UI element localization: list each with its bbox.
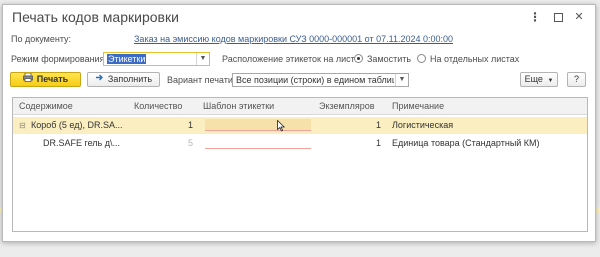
cell-template[interactable] bbox=[205, 119, 311, 131]
document-label: По документу: bbox=[11, 34, 72, 44]
print-button[interactable]: Печать bbox=[10, 72, 81, 87]
chevron-down-icon[interactable]: ▼ bbox=[395, 74, 408, 86]
table-row[interactable]: ⊟ Короб (5 ед), DR.SA... 1 1 Логистическ… bbox=[13, 117, 587, 134]
cell-note: Единица товара (Стандартный КМ) bbox=[392, 138, 540, 148]
radio-separate-sheets-label[interactable]: На отдельных листах bbox=[430, 54, 519, 64]
print-marking-codes-dialog: Печать кодов маркировки ⋮ ✕ По документу… bbox=[2, 4, 596, 242]
column-header-quantity[interactable]: Количество bbox=[134, 101, 182, 111]
more-button-label: Еще bbox=[524, 74, 543, 84]
column-header-content[interactable]: Содержимое bbox=[19, 101, 73, 111]
help-button[interactable]: ? bbox=[567, 72, 586, 87]
radio-tile[interactable] bbox=[354, 54, 363, 63]
chevron-down-icon[interactable]: ▼ bbox=[196, 53, 209, 65]
title-bar: Печать кодов маркировки ⋮ ✕ bbox=[3, 5, 595, 29]
print-variant-value: Все позиции (строки) в едином таблицы bbox=[236, 75, 394, 85]
cell-quantity: 1 bbox=[187, 120, 193, 130]
cell-template[interactable] bbox=[205, 137, 311, 149]
marking-codes-table: Содержимое Количество Шаблон этикетки Эк… bbox=[12, 97, 588, 232]
cell-content: DR.SAFE гель д\... bbox=[43, 138, 120, 148]
collapse-icon[interactable]: ⊟ bbox=[19, 121, 26, 130]
dialog-title: Печать кодов маркировки bbox=[12, 9, 179, 25]
maximize-icon[interactable] bbox=[552, 11, 564, 23]
column-header-copies[interactable]: Экземпляров bbox=[319, 101, 375, 111]
mouse-cursor-icon bbox=[277, 119, 286, 134]
more-vertical-icon[interactable]: ⋮ bbox=[529, 11, 541, 23]
cell-quantity: 5 bbox=[187, 138, 193, 148]
close-icon[interactable]: ✕ bbox=[573, 11, 585, 23]
radio-tile-label[interactable]: Замостить bbox=[367, 54, 411, 64]
column-header-note[interactable]: Примечание bbox=[392, 101, 444, 111]
cell-note: Логистическая bbox=[392, 120, 454, 130]
table-header: Содержимое Количество Шаблон этикетки Эк… bbox=[13, 98, 587, 115]
mode-select[interactable]: Этикетки ▼ bbox=[103, 52, 210, 66]
cell-content: Короб (5 ед), DR.SA... bbox=[31, 120, 123, 130]
column-header-template[interactable]: Шаблон этикетки bbox=[203, 101, 274, 111]
print-variant-label: Вариант печати: bbox=[167, 75, 236, 85]
fill-button[interactable]: Заполнить bbox=[87, 72, 160, 87]
cell-copies: 1 bbox=[375, 138, 381, 148]
mode-label: Режим формирования: bbox=[11, 54, 107, 64]
print-button-label: Печать bbox=[36, 74, 69, 84]
table-row[interactable]: DR.SAFE гель д\... 5 1 Единица товара (С… bbox=[13, 135, 587, 152]
print-variant-select[interactable]: Все позиции (строки) в едином таблицы ▼ bbox=[232, 73, 409, 87]
cell-copies: 1 bbox=[375, 120, 381, 130]
document-link[interactable]: Заказ на эмиссию кодов маркировки СУЗ 00… bbox=[134, 34, 453, 44]
chevron-down-icon: ▼ bbox=[547, 78, 554, 84]
fill-button-label: Заполнить bbox=[107, 74, 153, 84]
printer-icon bbox=[22, 72, 33, 86]
layout-label: Расположение этикеток на листе: bbox=[222, 54, 363, 64]
radio-separate-sheets[interactable] bbox=[417, 54, 426, 63]
mode-value: Этикетки bbox=[107, 54, 147, 64]
fill-arrow-icon bbox=[95, 73, 104, 86]
more-button[interactable]: Еще ▼ bbox=[520, 72, 558, 87]
